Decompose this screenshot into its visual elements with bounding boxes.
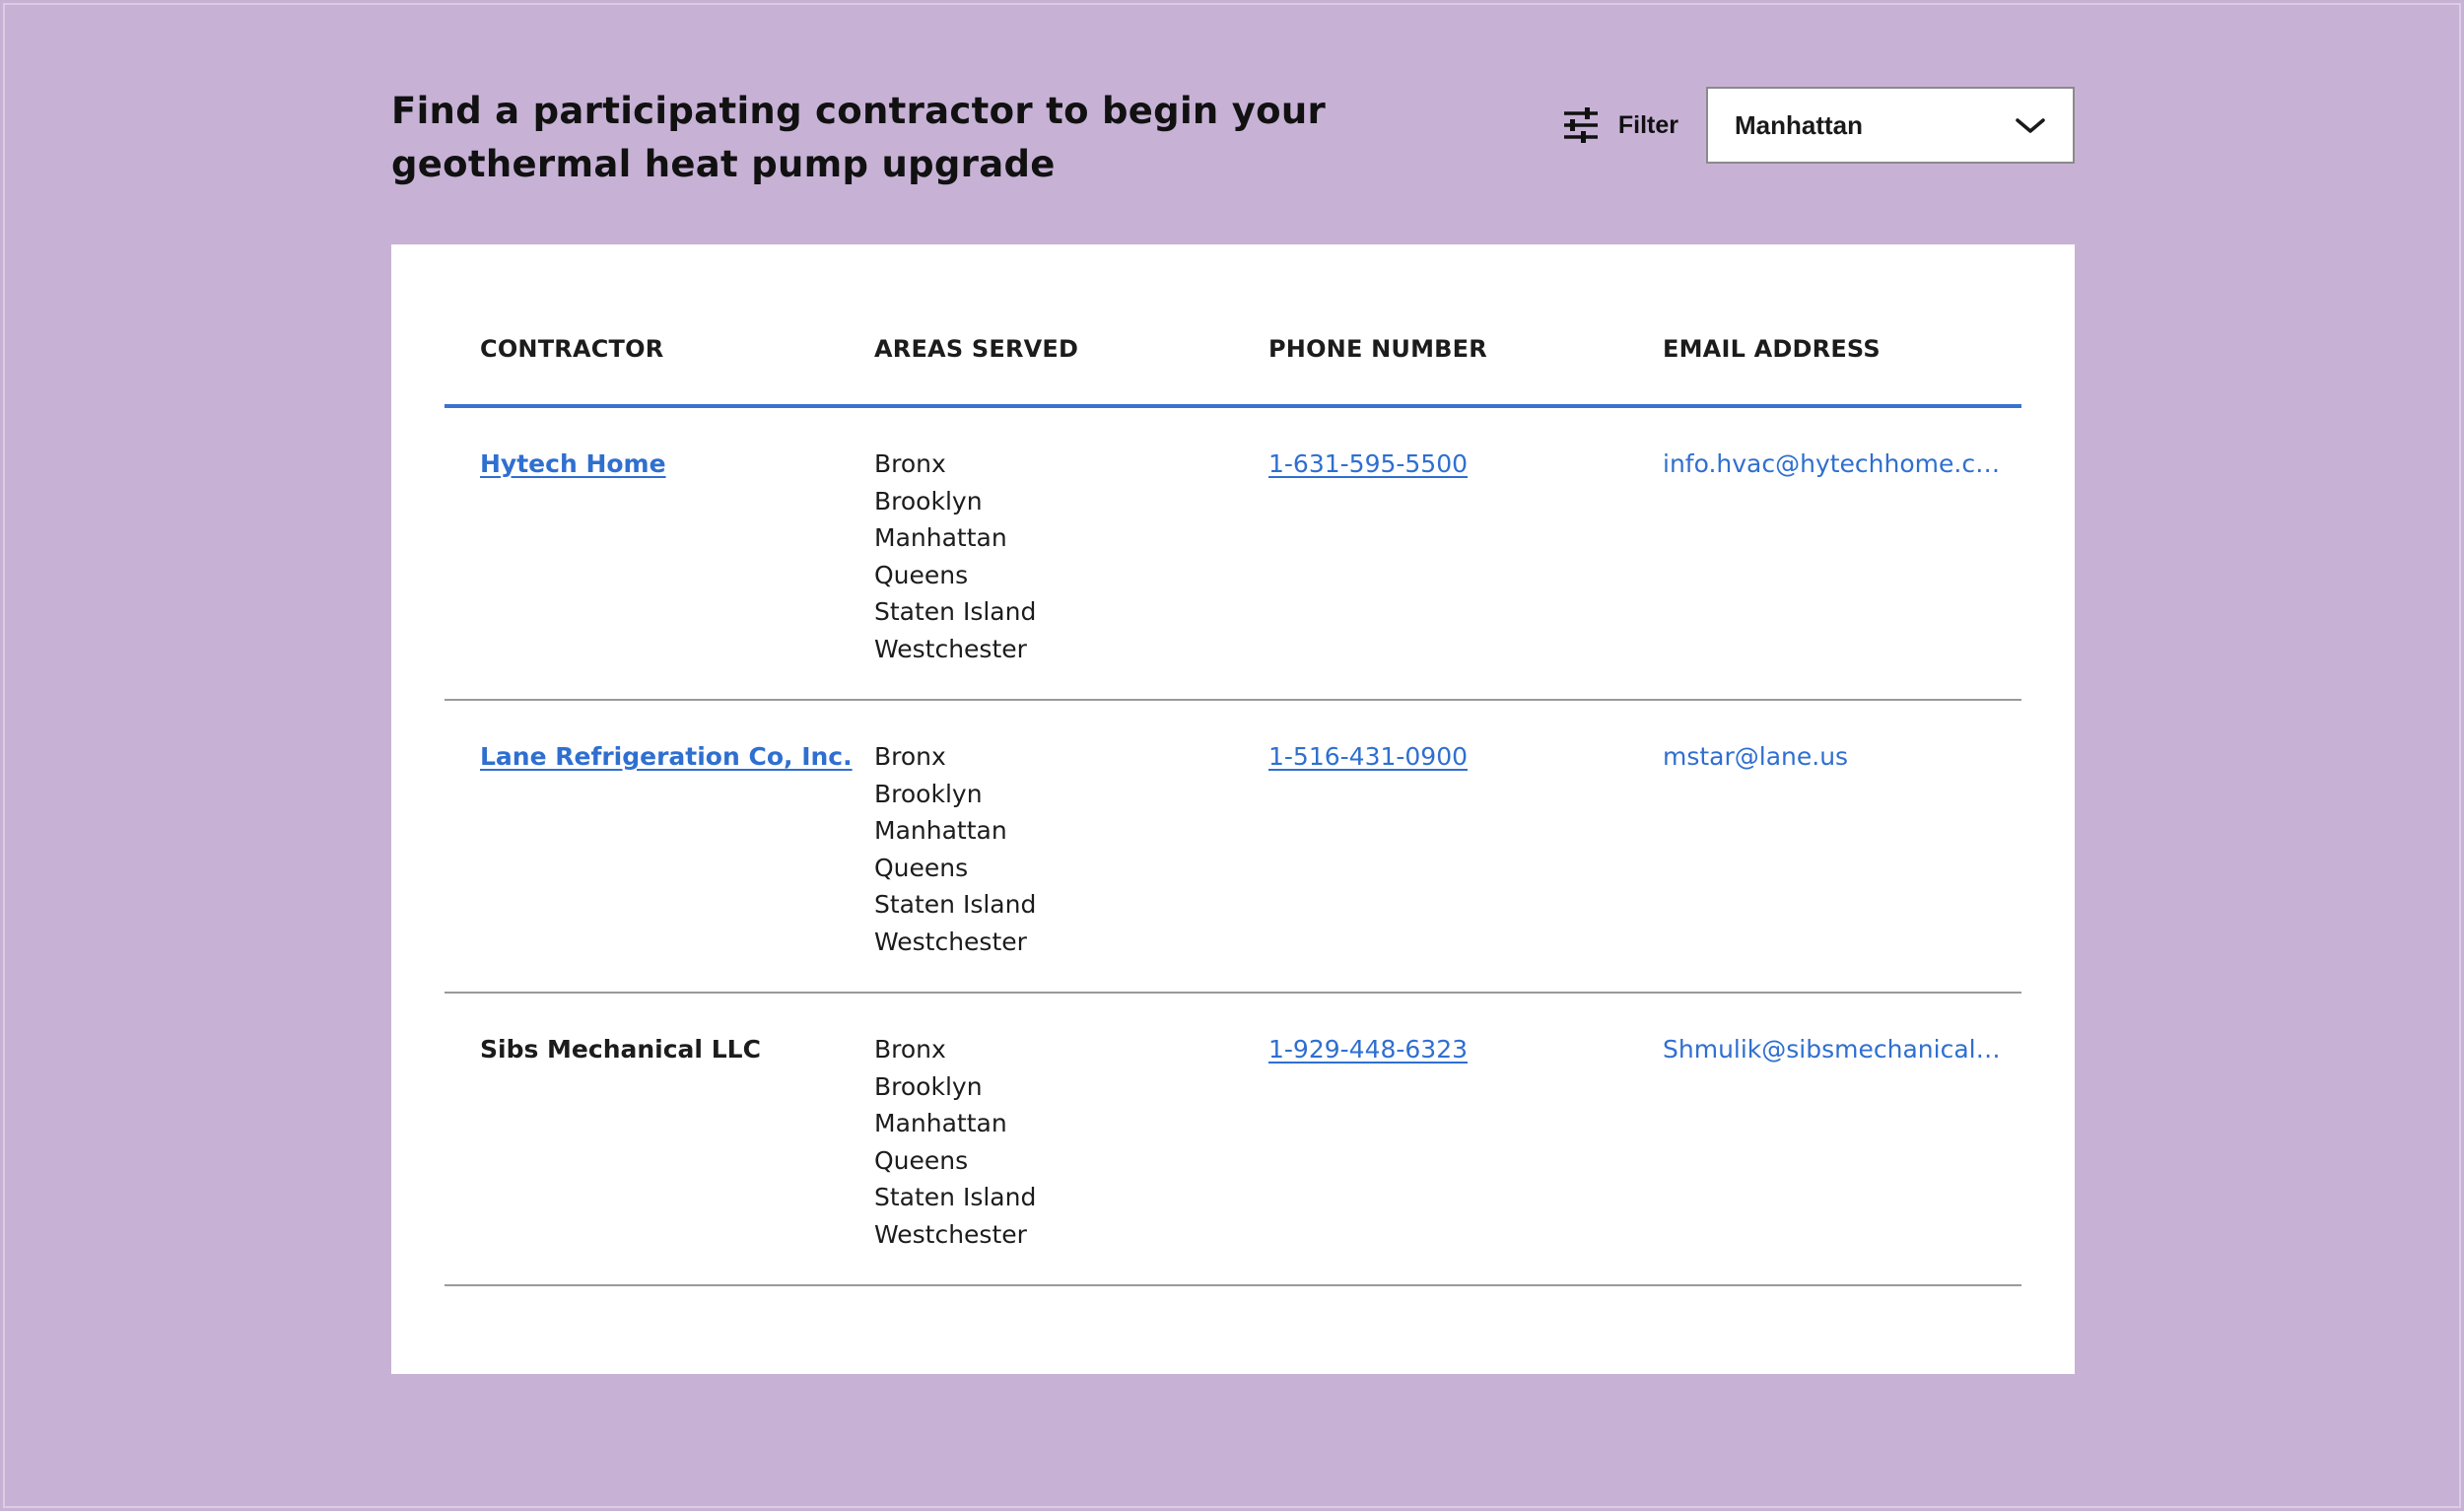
email-cell: info.hvac@hytechhome.co... xyxy=(1663,446,2003,483)
column-header-phone-number: PHONE NUMBER xyxy=(1268,335,1487,363)
area-item: Staten Island xyxy=(874,890,1037,919)
sliders-icon xyxy=(1561,105,1601,145)
area-item: Staten Island xyxy=(874,1183,1037,1211)
area-item: Westchester xyxy=(874,634,1027,663)
table-row: Sibs Mechanical LLC Bronx Brooklyn Manha… xyxy=(445,994,2021,1286)
phone-link[interactable]: 1-631-595-5500 xyxy=(1268,449,1468,478)
phone-cell: 1-516-431-0900 xyxy=(1268,738,1468,776)
borough-select[interactable]: Manhattan xyxy=(1706,87,2075,164)
column-header-areas-served: AREAS SERVED xyxy=(874,335,1079,363)
area-item: Brooklyn xyxy=(874,486,983,515)
borough-select-value: Manhattan xyxy=(1735,109,1863,140)
contractor-table-card: CONTRACTOR AREAS SERVED PHONE NUMBER EMA… xyxy=(391,244,2075,1374)
contractor-cell: Lane Refrigeration Co, Inc. xyxy=(480,738,853,776)
area-item: Westchester xyxy=(874,927,1027,956)
area-item: Brooklyn xyxy=(874,1071,983,1101)
areas-list: Bronx Brooklyn Manhattan Queens Staten I… xyxy=(874,1031,1036,1253)
email-link[interactable]: info.hvac@hytechhome.co... xyxy=(1663,446,2003,483)
email-link[interactable]: mstar@lane.us xyxy=(1663,738,1848,776)
areas-served-cell: Bronx Brooklyn Manhattan Queens Staten I… xyxy=(874,446,1036,667)
area-item: Queens xyxy=(874,853,969,882)
area-item: Westchester xyxy=(874,1219,1027,1249)
area-item: Manhattan xyxy=(874,1109,1007,1137)
page-title: Find a participating contractor to begin… xyxy=(391,90,1327,185)
phone-cell: 1-929-448-6323 xyxy=(1268,1031,1468,1068)
contractor-link[interactable]: Hytech Home xyxy=(480,449,666,478)
area-item: Queens xyxy=(874,560,969,589)
area-item: Manhattan xyxy=(874,523,1007,552)
email-cell: mstar@lane.us xyxy=(1663,738,1848,776)
email-cell: Shmulik@sibsmechanical.... xyxy=(1663,1031,2003,1068)
contractor-cell: Hytech Home xyxy=(480,446,666,483)
table-row: Lane Refrigeration Co, Inc. Bronx Brookl… xyxy=(445,701,2021,994)
phone-cell: 1-631-595-5500 xyxy=(1268,446,1468,483)
areas-list: Bronx Brooklyn Manhattan Queens Staten I… xyxy=(874,738,1036,960)
filter-area: Filter Manhattan xyxy=(1561,85,2075,166)
column-header-email-address: EMAIL ADDRESS xyxy=(1663,335,1881,363)
filter-label: Filter xyxy=(1617,110,1678,139)
page-header: Find a participating contractor to begin… xyxy=(391,85,2075,193)
area-item: Bronx xyxy=(874,449,946,478)
email-link[interactable]: Shmulik@sibsmechanical.... xyxy=(1663,1031,2003,1068)
area-item: Bronx xyxy=(874,742,946,771)
areas-served-cell: Bronx Brooklyn Manhattan Queens Staten I… xyxy=(874,738,1036,960)
chevron-down-icon xyxy=(2014,114,2047,136)
column-header-contractor: CONTRACTOR xyxy=(480,335,664,363)
area-item: Manhattan xyxy=(874,816,1007,845)
areas-list: Bronx Brooklyn Manhattan Queens Staten I… xyxy=(874,446,1036,667)
area-item: Brooklyn xyxy=(874,779,983,808)
phone-link[interactable]: 1-516-431-0900 xyxy=(1268,742,1468,771)
contractor-cell: Sibs Mechanical LLC xyxy=(480,1031,761,1068)
area-item: Bronx xyxy=(874,1035,946,1064)
contractor-name: Sibs Mechanical LLC xyxy=(480,1035,761,1064)
filter-button[interactable]: Filter xyxy=(1561,105,1678,145)
table-header: CONTRACTOR AREAS SERVED PHONE NUMBER EMA… xyxy=(445,244,2021,408)
table-row: Hytech Home Bronx Brooklyn Manhattan Que… xyxy=(445,408,2021,701)
area-item: Staten Island xyxy=(874,597,1037,626)
area-item: Queens xyxy=(874,1145,969,1175)
contractor-table: CONTRACTOR AREAS SERVED PHONE NUMBER EMA… xyxy=(445,244,2021,1286)
contractor-link[interactable]: Lane Refrigeration Co, Inc. xyxy=(480,742,853,771)
areas-served-cell: Bronx Brooklyn Manhattan Queens Staten I… xyxy=(874,1031,1036,1253)
phone-link[interactable]: 1-929-448-6323 xyxy=(1268,1035,1468,1064)
